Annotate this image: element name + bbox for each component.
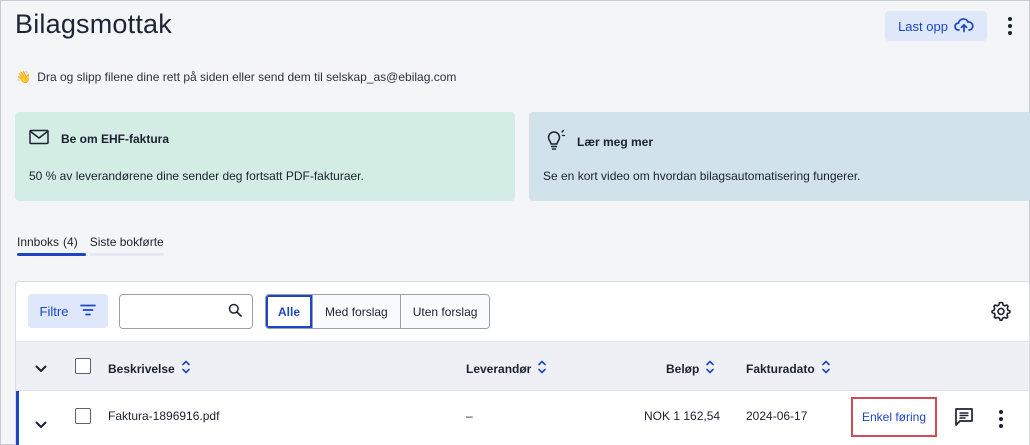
column-label: Leverandør (466, 361, 532, 376)
card-title: Lær meg mer (577, 134, 654, 149)
card-body: 50 % av leverandørene dine sender deg fo… (29, 169, 364, 183)
segment-alle[interactable]: Alle (266, 295, 313, 328)
row-amount: NOK 1 162,54 (644, 409, 721, 423)
select-all-checkbox[interactable] (75, 358, 91, 374)
page-title: Bilagsmottak (15, 9, 172, 39)
mail-icon (29, 129, 49, 148)
row-invoice-date: 2024-06-17 (746, 409, 808, 423)
sort-icon (181, 359, 191, 378)
drag-drop-hint: 👋 Dra og slipp filene dine rett på siden… (16, 70, 456, 84)
tab-label: Innboks (17, 235, 60, 249)
tab-count: (4) (63, 235, 78, 249)
sort-icon (537, 359, 547, 378)
search-icon[interactable] (228, 303, 242, 322)
table-row[interactable]: Faktura-1896916.pdf – NOK 1 162,54 2024-… (16, 391, 1029, 445)
filter-icon (80, 304, 97, 319)
waving-hand-icon: 👋 (16, 70, 31, 84)
card-title: Be om EHF-faktura (61, 131, 170, 146)
segment-med-forslag[interactable]: Med forslag (312, 295, 400, 328)
sort-icon (821, 359, 831, 378)
column-header-leverandor[interactable]: Leverandør (466, 359, 547, 378)
cloud-upload-icon (954, 17, 974, 36)
row-description[interactable]: Faktura-1896916.pdf (108, 409, 219, 423)
filter-label: Filtre (39, 303, 69, 319)
table-header: Beskrivelse Leverandør Beløp Fakturadato (16, 341, 1029, 391)
tab-label: Siste bokførte (89, 235, 164, 249)
segment-uten-forslag[interactable]: Uten forslag (399, 295, 490, 328)
column-header-beskrivelse[interactable]: Beskrivelse (108, 359, 191, 378)
filter-button[interactable]: Filtre (28, 294, 108, 328)
expand-all-chevron-icon[interactable] (35, 360, 47, 378)
row-kebab-menu-icon[interactable] (996, 409, 1006, 429)
app-frame: Bilagsmottak Last opp 👋 Dra og slipp fil… (0, 0, 1030, 445)
row-supplier: – (466, 409, 473, 423)
kebab-menu-icon[interactable] (1002, 15, 1018, 37)
column-header-fakturadato[interactable]: Fakturadato (746, 359, 831, 378)
tab-bar: Innboks (4) Siste bokførte (17, 235, 164, 256)
simple-posting-button[interactable]: Enkel føring (851, 397, 937, 437)
sort-icon (705, 359, 715, 378)
lightbulb-icon (543, 129, 566, 154)
ehf-request-card[interactable]: Be om EHF-faktura 50 % av leverandørene … (15, 112, 515, 201)
hint-text: Dra og slipp filene dine rett på siden e… (37, 70, 457, 84)
tab-innboks[interactable]: Innboks (4) (17, 235, 86, 256)
tab-siste-bokforte[interactable]: Siste bokførte (89, 235, 164, 256)
upload-label: Last opp (898, 18, 948, 34)
row-selection-accent (16, 391, 19, 445)
gear-icon[interactable] (991, 301, 1011, 326)
suggestion-filter-segments: Alle Med forslag Uten forslag (265, 294, 491, 329)
column-label: Fakturadato (746, 361, 815, 376)
upload-button[interactable]: Last opp (885, 11, 987, 41)
comment-icon[interactable] (954, 407, 974, 432)
expand-row-chevron-icon[interactable] (35, 416, 47, 434)
column-header-belop[interactable]: Beløp (666, 359, 715, 378)
row-checkbox[interactable] (75, 408, 91, 424)
learn-more-card[interactable]: Lær meg mer Se en kort video om hvordan … (529, 112, 1030, 201)
column-label: Beløp (666, 361, 700, 376)
card-body: Se en kort video om hvordan bilagsautoma… (543, 169, 861, 183)
column-label: Beskrivelse (108, 361, 175, 376)
inbox-panel: Filtre Alle Med forslag Uten forslag Bes… (15, 281, 1030, 445)
